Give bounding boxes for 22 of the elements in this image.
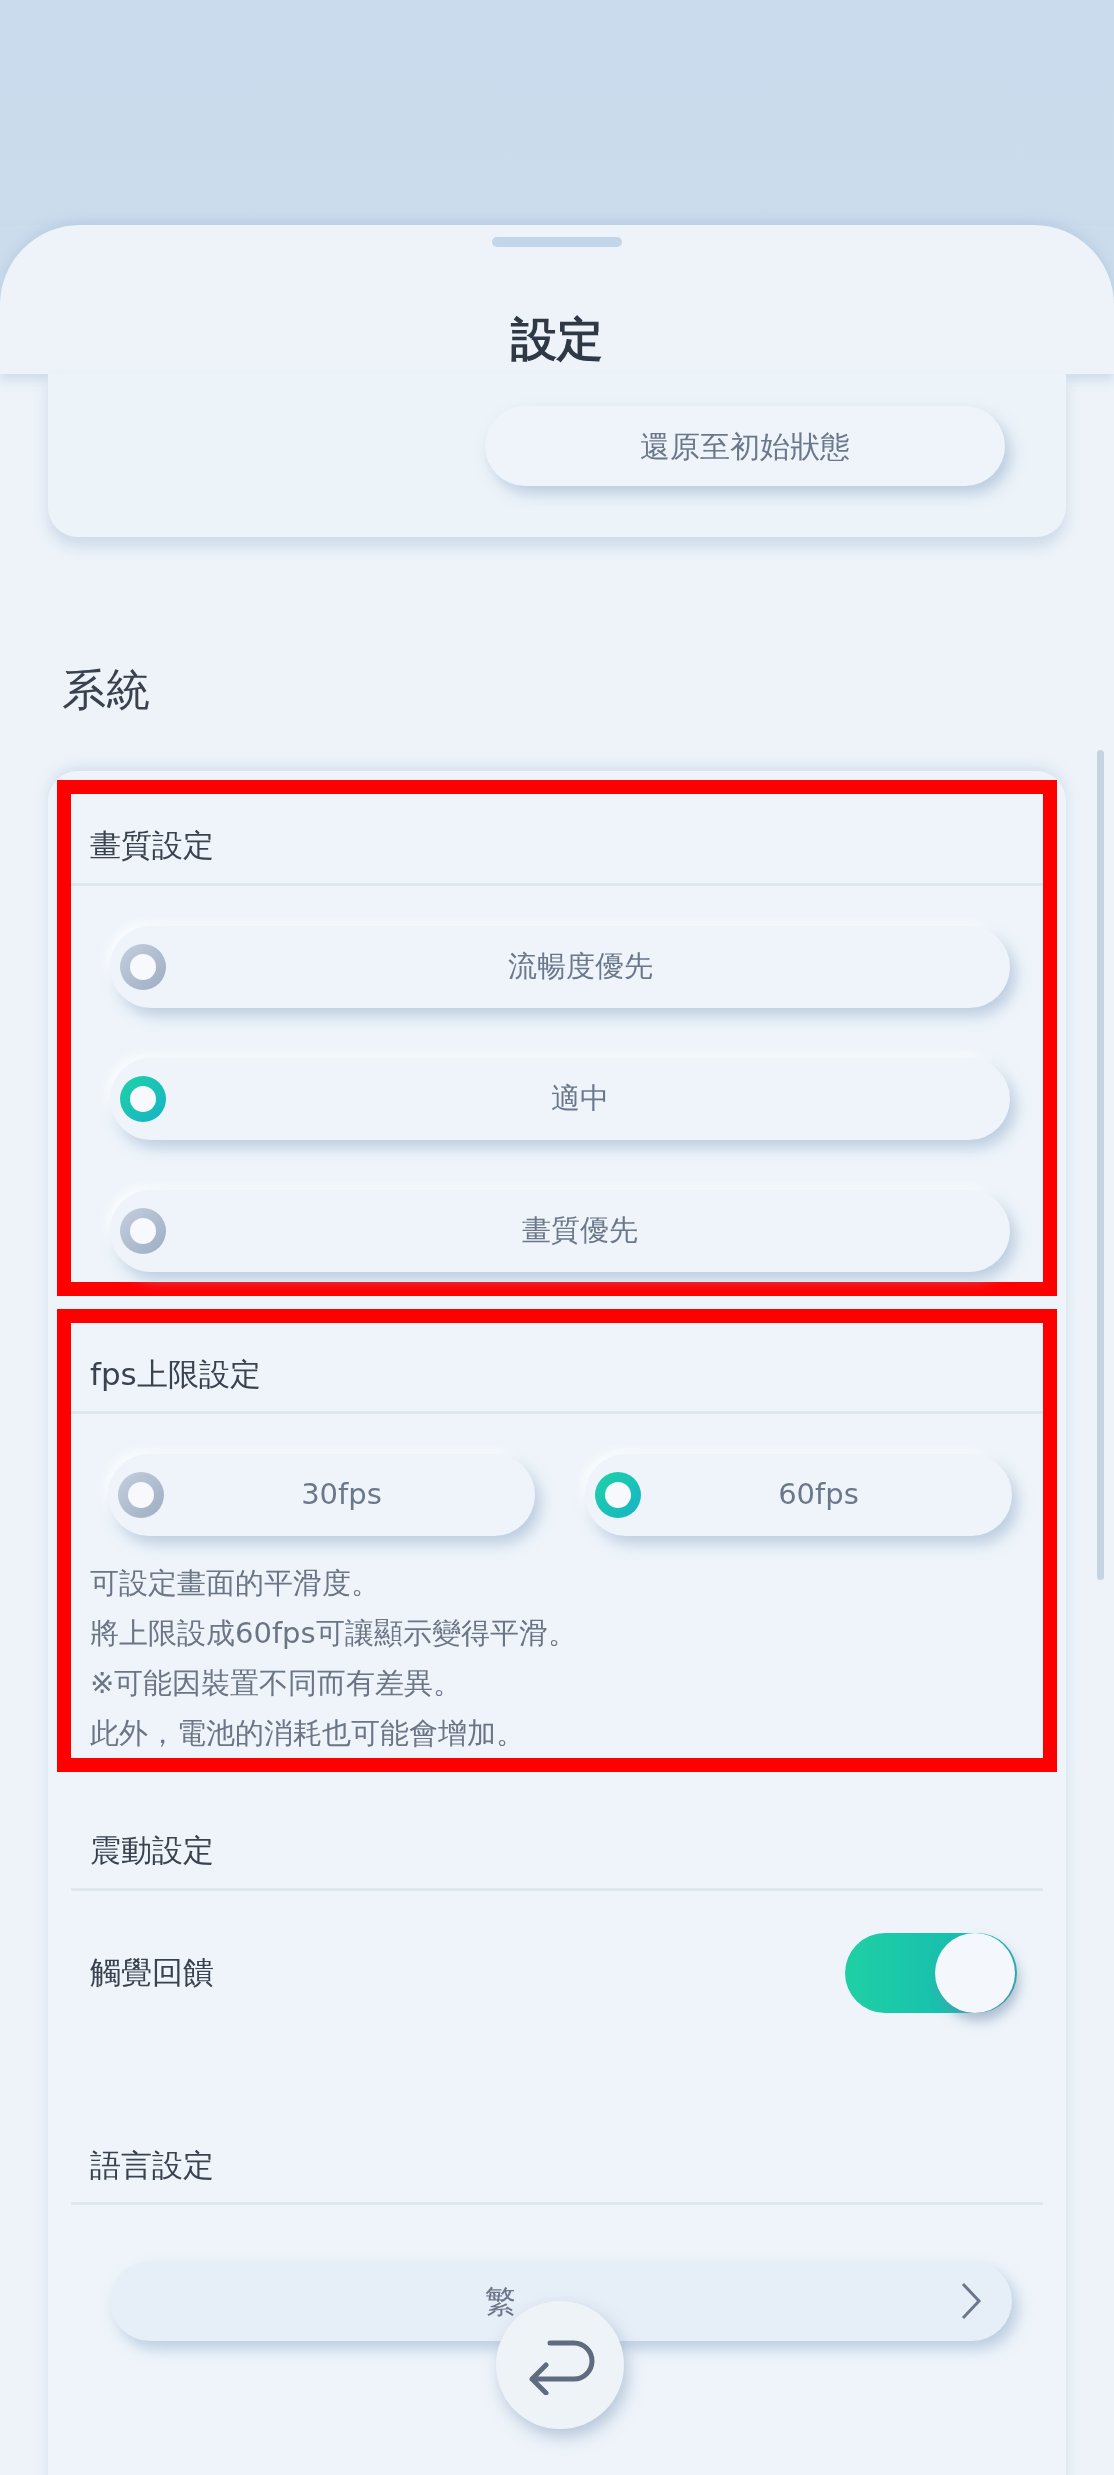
radio-option[interactable]: 60fps	[585, 1454, 1012, 1536]
sheet-title: 設定	[511, 311, 603, 368]
drag-handle[interactable]	[492, 237, 622, 247]
group-title: fps上限設定	[90, 1355, 261, 1392]
radio-option[interactable]: 畫質優先	[110, 1189, 1010, 1272]
group-title: 語言設定	[90, 2146, 214, 2183]
group-title: 震動設定	[90, 1832, 214, 1868]
description-text: 此外，電池的消耗也可能會增加。	[90, 1715, 526, 1752]
radio-option[interactable]: 流暢度優先	[110, 925, 1010, 1008]
radio-option[interactable]: 30fps	[108, 1454, 535, 1536]
scrollbar[interactable]	[1097, 750, 1104, 1580]
radio-option[interactable]: 適中	[110, 1057, 1010, 1140]
language-select[interactable]: 繁	[110, 2261, 1012, 2341]
toggle-label: 觸覺回饋	[90, 1953, 214, 1993]
description-text: 可設定畫面的平滑度。	[90, 1565, 381, 1602]
description-text: 將上限設成60fps可讓顯示變得平滑。	[90, 1615, 578, 1652]
toggle-switch[interactable]	[845, 1932, 1017, 2013]
chevron-right-icon	[960, 2281, 982, 2321]
reset-button[interactable]: 還原至初始狀態	[485, 406, 1005, 486]
group-title: 畫質設定	[90, 827, 214, 863]
description-text: ※可能因裝置不同而有差異。	[90, 1665, 464, 1702]
section-title: 系統	[62, 664, 150, 715]
